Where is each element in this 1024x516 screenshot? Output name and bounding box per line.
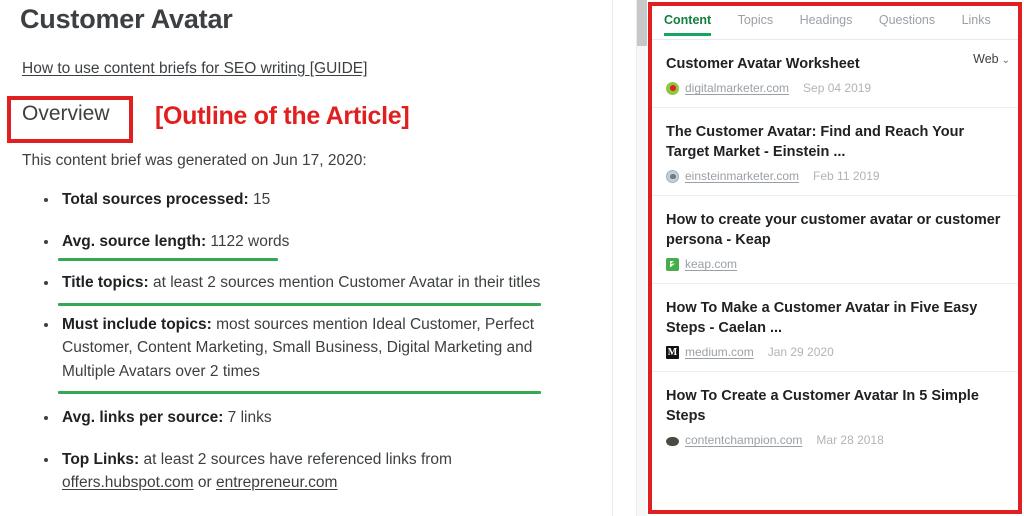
page-title: Customer Avatar: [20, 4, 233, 34]
source-type-label: Web: [973, 52, 999, 66]
search-results-list: Customer Avatar Worksheet digitalmarkete…: [652, 40, 1018, 459]
result-title[interactable]: The Customer Avatar: Find and Reach Your…: [666, 122, 1004, 162]
content-brief-panel: Customer Avatar How to use content brief…: [0, 0, 610, 516]
panel-divider: [612, 0, 613, 516]
contentchampion-favicon-icon: [666, 436, 679, 446]
highlight-underline-avg-source-length: [58, 258, 278, 261]
metric-label: Top Links:: [62, 450, 140, 468]
metric-label: Avg. links per source:: [62, 409, 224, 426]
result-domain[interactable]: keap.com: [685, 257, 737, 271]
generated-date-line: This content brief was generated on Jun …: [22, 152, 367, 169]
link-separator: or: [193, 474, 216, 491]
result-title[interactable]: How to create your customer avatar or cu…: [666, 210, 1004, 250]
outline-annotation-text: [Outline of the Article]: [155, 102, 410, 130]
highlight-underline-must-include-topics: [58, 391, 541, 394]
source-type-dropdown[interactable]: Web ⌄: [973, 52, 1010, 66]
metric-label: Total sources processed:: [62, 191, 249, 208]
result-date: Jan 29 2020: [767, 345, 834, 359]
list-item: Must include topics: most sources mentio…: [40, 313, 570, 384]
result-meta: digitalmarketer.com Sep 04 2019: [666, 81, 1004, 95]
list-item: Total sources processed: 15: [40, 188, 570, 212]
seo-guide-link[interactable]: How to use content briefs for SEO writin…: [22, 60, 367, 78]
list-item[interactable]: How To Create a Customer Avatar In 5 Sim…: [652, 372, 1018, 459]
result-date: Feb 11 2019: [813, 169, 880, 183]
hubspot-link[interactable]: offers.hubspot.com: [62, 474, 194, 491]
list-item: Top Links: at least 2 sources have refer…: [40, 448, 570, 495]
metric-value: at least 2 sources have referenced links…: [139, 450, 452, 468]
result-domain[interactable]: einsteinmarketer.com: [685, 169, 799, 183]
list-item: Title topics: at least 2 sources mention…: [40, 271, 570, 295]
list-item[interactable]: Customer Avatar Worksheet digitalmarkete…: [652, 40, 1018, 108]
result-date: Sep 04 2019: [803, 81, 872, 95]
scrollbar-thumb[interactable]: [637, 0, 647, 46]
tab-headings[interactable]: Headings: [800, 6, 853, 36]
digitalmarketer-favicon-icon: [666, 81, 679, 95]
result-meta: keap.com: [666, 257, 1004, 271]
chevron-down-icon: ⌄: [1001, 55, 1010, 66]
list-item[interactable]: How to create your customer avatar or cu…: [652, 196, 1018, 284]
list-item: Avg. links per source: 7 links: [40, 406, 570, 430]
result-meta: M medium.com Jan 29 2020: [666, 345, 1004, 359]
metric-label: Must include topics:: [62, 315, 212, 333]
metric-value: at least 2 sources mention Customer Avat…: [148, 274, 541, 291]
serp-tab-bar: Content Topics Headings Questions Links: [652, 6, 1018, 40]
einsteinmarketer-favicon-icon: [666, 169, 679, 183]
result-title[interactable]: How To Create a Customer Avatar In 5 Sim…: [666, 386, 1004, 426]
entrepreneur-link[interactable]: entrepreneur.com: [216, 474, 338, 491]
vertical-scrollbar[interactable]: [636, 0, 647, 516]
result-date: Mar 28 2018: [816, 433, 884, 447]
overview-annotation-box: [7, 96, 133, 143]
metric-value: 7 links: [223, 409, 272, 426]
result-meta: contentchampion.com Mar 28 2018: [666, 433, 1004, 447]
result-domain[interactable]: medium.com: [685, 345, 754, 359]
tab-topics[interactable]: Topics: [738, 6, 773, 36]
medium-favicon-icon: M: [666, 345, 679, 359]
tab-links[interactable]: Links: [962, 6, 991, 36]
tab-content[interactable]: Content: [664, 6, 712, 36]
list-item: Avg. source length: 1122 words: [40, 230, 570, 254]
result-title[interactable]: Customer Avatar Worksheet: [666, 54, 1004, 74]
metric-value: 15: [248, 191, 271, 208]
result-title[interactable]: How To Make a Customer Avatar in Five Ea…: [666, 298, 1004, 338]
result-domain[interactable]: digitalmarketer.com: [685, 81, 789, 95]
result-domain[interactable]: contentchampion.com: [685, 433, 802, 447]
list-item[interactable]: How To Make a Customer Avatar in Five Ea…: [652, 284, 1018, 372]
list-item[interactable]: The Customer Avatar: Find and Reach Your…: [652, 108, 1018, 196]
metric-label: Avg. source length:: [62, 232, 207, 250]
serp-results-panel: Content Topics Headings Questions Links …: [648, 2, 1022, 514]
result-meta: einsteinmarketer.com Feb 11 2019: [666, 169, 1004, 183]
metric-value: 1122 words: [206, 232, 290, 250]
brief-metrics-list: Total sources processed: 15 Avg. source …: [40, 188, 570, 495]
keap-favicon-icon: [666, 257, 679, 271]
highlight-underline-title-topics: [58, 303, 541, 306]
tab-questions[interactable]: Questions: [879, 6, 935, 36]
metric-label: Title topics:: [62, 274, 149, 291]
